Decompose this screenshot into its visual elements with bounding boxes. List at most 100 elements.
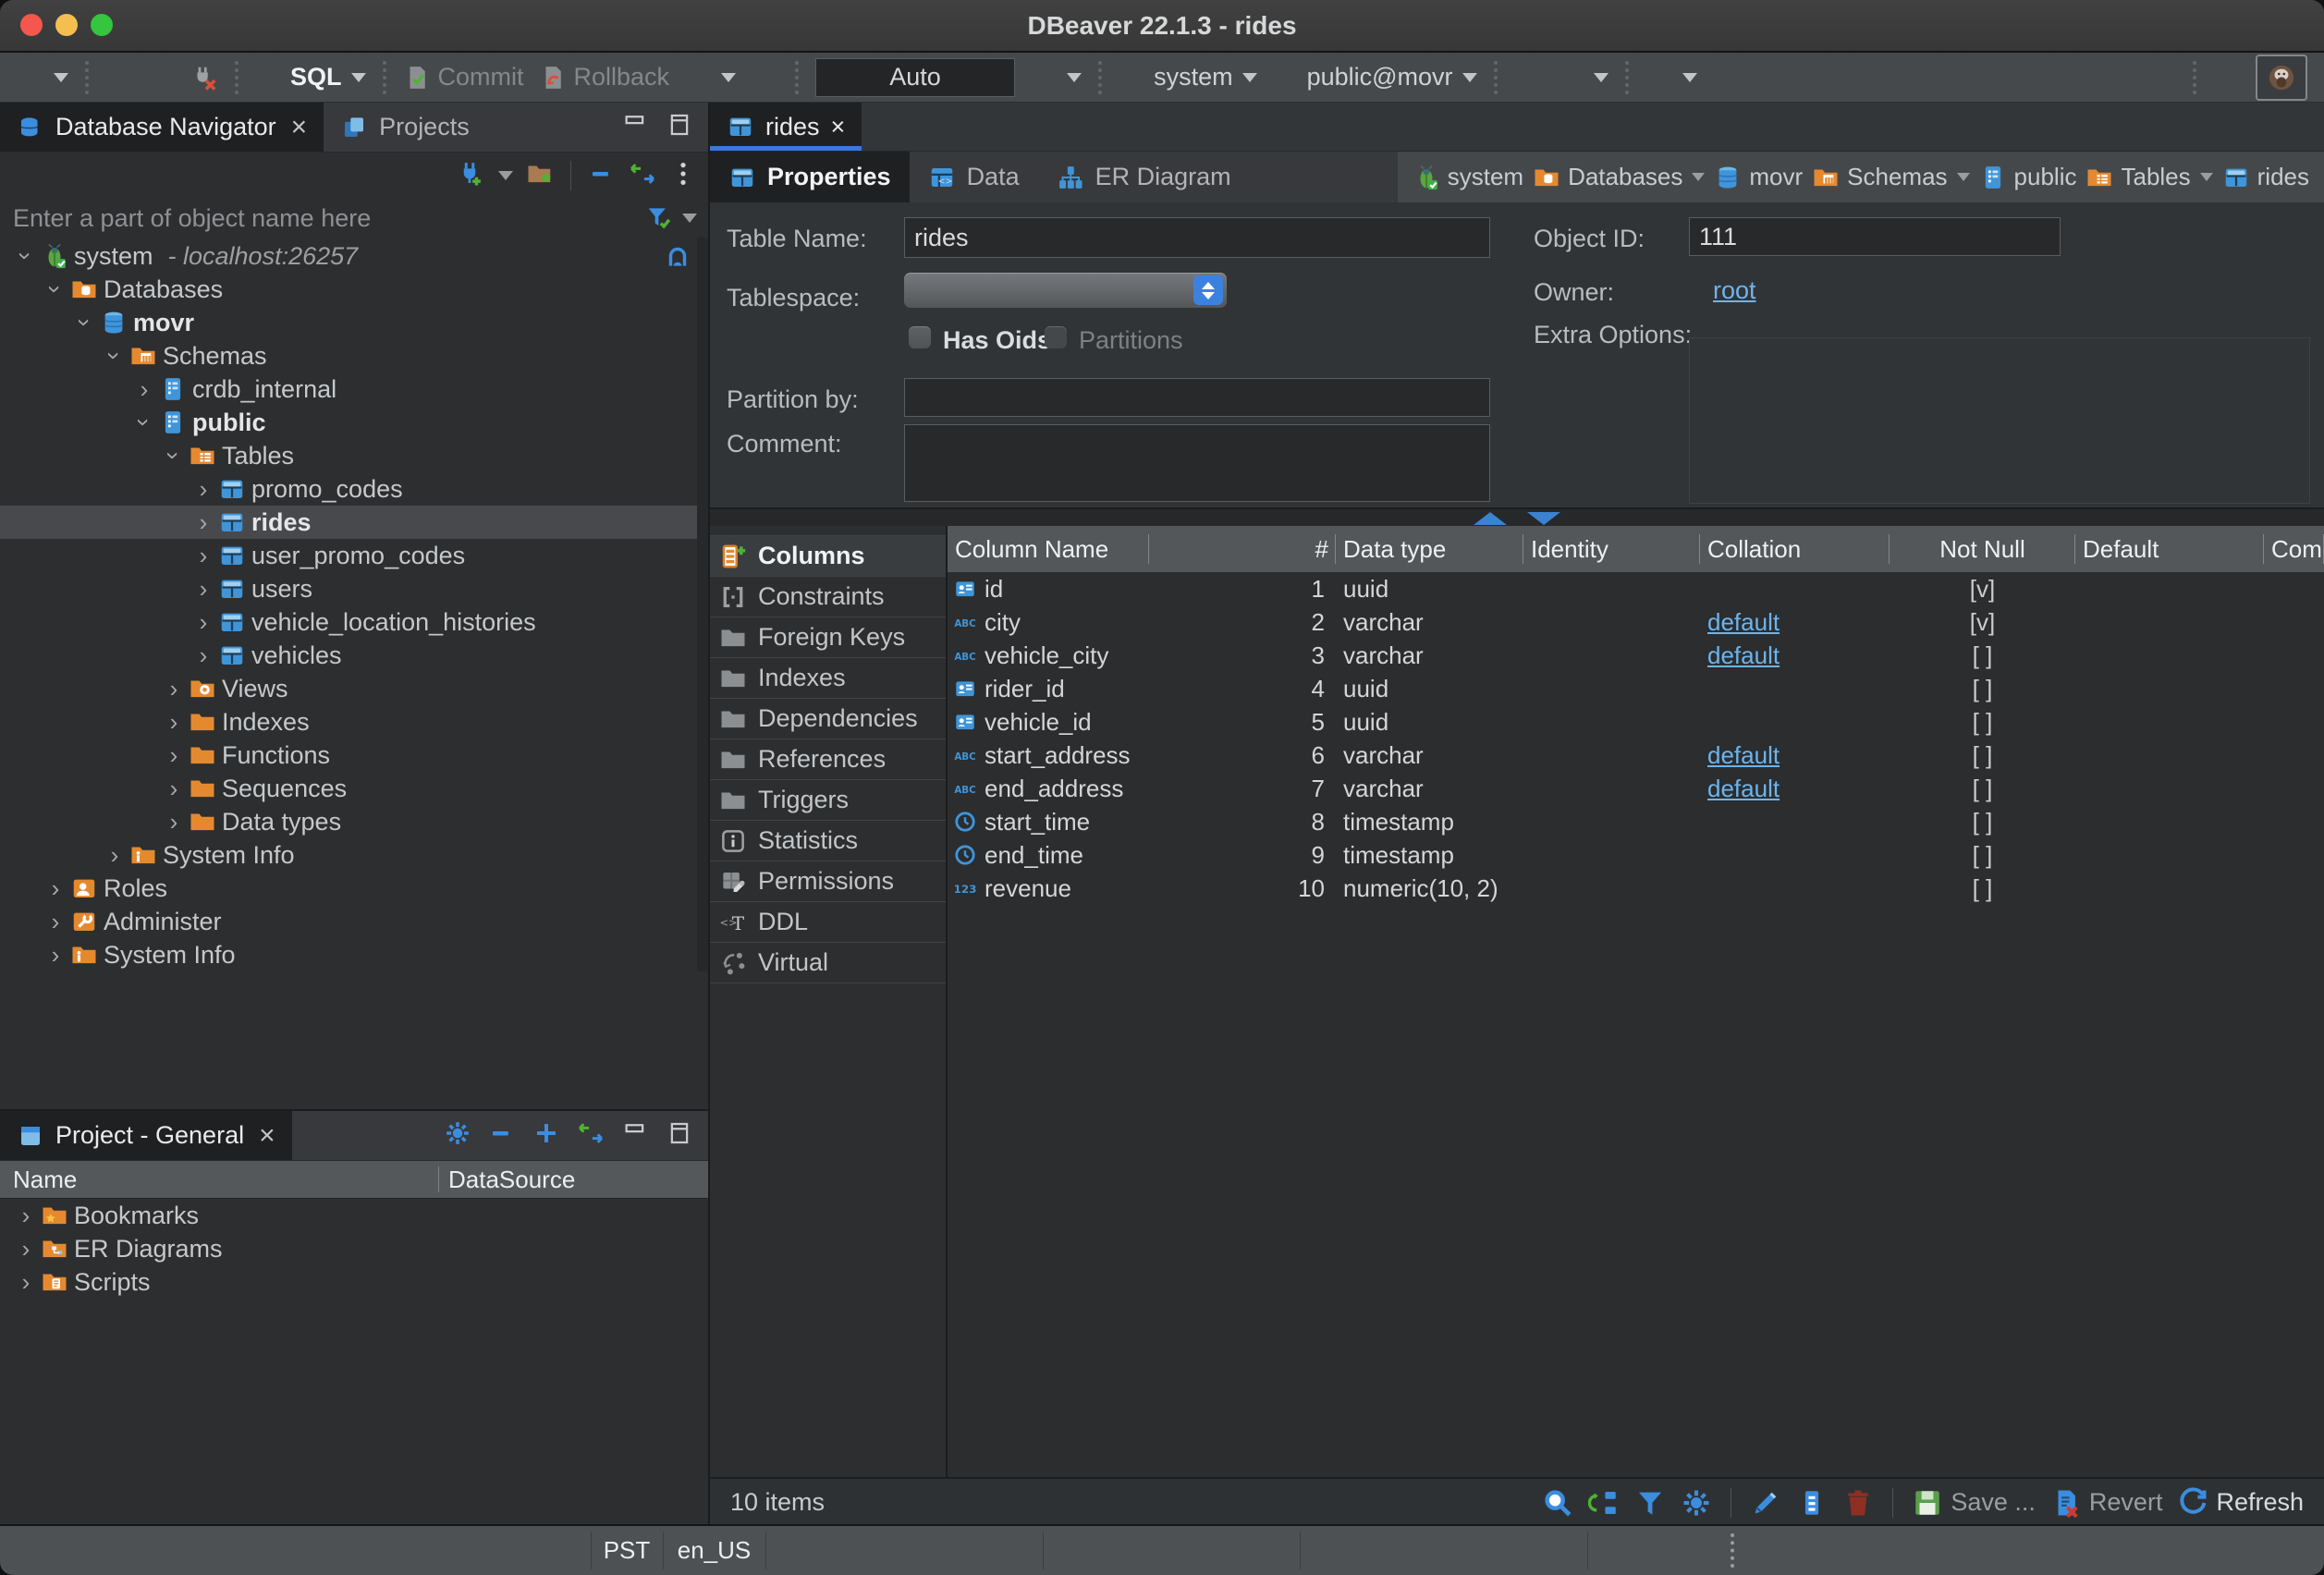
dropdown-arrow-icon[interactable] [1957,173,1970,181]
cell-data-type[interactable]: timestamp [1336,808,1523,836]
grid-row-city[interactable]: ABCcity2varchardefault[v] [948,605,2324,639]
timezone-indicator[interactable]: PST [591,1526,663,1575]
cell-ordinal[interactable]: 2 [1149,608,1336,637]
cell-not-null[interactable]: [ ] [1890,808,2075,836]
breadcrumb-item-schemas[interactable]: Schemas [1812,163,1969,191]
grid-column-header-data-type[interactable]: Data type [1336,526,1523,572]
column-header-name[interactable]: Name [0,1166,439,1192]
navigator-tab-projects[interactable]: Projects [324,103,486,152]
chevron-right-icon[interactable]: › [100,843,129,867]
cell-data-type[interactable]: varchar [1336,641,1523,670]
chevron-down-icon[interactable]: › [43,275,67,304]
project-tab-project-general[interactable]: Project - General× [0,1111,292,1160]
transaction-log-button[interactable] [679,57,741,98]
cell-data-type[interactable]: varchar [1336,608,1523,637]
cell-column-name[interactable]: rider_id [948,675,1149,703]
delete-column-button[interactable] [1842,1487,1874,1519]
grid-row-vehicle_id[interactable]: vehicle_id5uuid[ ] [948,705,2324,739]
dropdown-arrow-icon[interactable] [1682,73,1697,82]
cell-data-type[interactable]: uuid [1336,575,1523,604]
grid-row-start_address[interactable]: ABCstart_address6varchardefault[ ] [948,739,2324,772]
cell-not-null[interactable]: [v] [1890,608,2075,637]
tree-item-schemas[interactable]: ›Schemas [0,339,708,372]
close-tab-icon[interactable]: × [259,1122,275,1150]
grid-column-header-identity[interactable]: Identity [1523,526,1700,572]
chevron-right-icon[interactable]: › [11,1237,41,1261]
cell-column-name[interactable]: start_time [948,808,1149,836]
cell-not-null[interactable]: [ ] [1890,708,2075,737]
expand-up-icon[interactable] [1474,512,1507,525]
tree-item-promo-codes[interactable]: ›promo_codes [0,472,708,506]
cell-not-null[interactable]: [ ] [1890,775,2075,803]
dropdown-arrow-icon[interactable] [721,73,736,82]
maximize-panel-button[interactable] [666,1119,693,1152]
sync-with-navigator-button[interactable] [1588,1487,1620,1519]
grid-row-start_time[interactable]: start_time8timestamp[ ] [948,805,2324,838]
invalidate-reconnect-button[interactable] [142,57,181,98]
close-tab-icon[interactable]: × [831,113,846,141]
cell-ordinal[interactable]: 5 [1149,708,1336,737]
grid-column-header-not-null[interactable]: Not Null [1890,526,2075,572]
breadcrumb-item-tables[interactable]: Tables [2085,163,2212,191]
tree-item-system[interactable]: ›system- localhost:26257 [0,239,708,273]
breadcrumb-item-system[interactable]: system [1413,163,1523,191]
navigator-tab-database-navigator[interactable]: Database Navigator× [0,103,324,152]
chevron-right-icon[interactable]: › [11,1270,41,1294]
chevron-right-icon[interactable]: › [159,743,189,767]
dropdown-arrow-icon[interactable] [1067,73,1082,82]
cell-ordinal[interactable]: 9 [1149,841,1336,870]
cell-not-null[interactable]: [v] [1890,575,2075,604]
grid-column-header-comm[interactable]: Comm [2264,526,2324,572]
chevron-down-icon[interactable]: › [132,408,156,437]
chevron-right-icon[interactable]: › [159,810,189,834]
has-oids-checkbox[interactable] [909,326,931,348]
chevron-right-icon[interactable]: › [159,710,189,734]
tree-item-users[interactable]: ›users [0,572,708,605]
quick-search-button[interactable] [2143,57,2182,98]
grid-row-end_time[interactable]: end_time9timestamp[ ] [948,838,2324,872]
object-id-input[interactable] [1689,217,2061,256]
transaction-history-button[interactable] [1024,57,1087,98]
chevron-right-icon[interactable]: › [189,543,218,568]
new-connection-button[interactable] [456,160,483,192]
cell-ordinal[interactable]: 10 [1149,874,1336,903]
maximize-panel-button[interactable] [666,111,693,143]
project-item-er-diagrams[interactable]: ›ER Diagrams [0,1232,708,1265]
cell-collation[interactable]: default [1700,608,1890,637]
tree-item-crdb-internal[interactable]: ›crdb_internal [0,372,708,406]
cell-ordinal[interactable]: 4 [1149,675,1336,703]
tree-item-roles[interactable]: ›Roles [0,872,708,905]
cell-data-type[interactable]: numeric(10, 2) [1336,874,1523,903]
dropdown-arrow-icon[interactable] [1692,173,1705,181]
cell-column-name[interactable]: ABCvehicle_city [948,641,1149,670]
section-tab-constraints[interactable]: Constraints [710,577,946,617]
project-item-scripts[interactable]: ›Scripts [0,1265,708,1299]
collapse-down-icon[interactable] [1527,512,1560,525]
tree-item-tables[interactable]: ›Tables [0,439,708,472]
cell-ordinal[interactable]: 6 [1149,741,1336,770]
refresh-button[interactable]: Refresh [2177,1487,2304,1519]
chevron-right-icon[interactable]: › [159,776,189,800]
breadcrumb-item-public[interactable]: public [1979,163,2077,191]
tree-item-rides[interactable]: ›rides [0,506,708,539]
tree-item-movr[interactable]: ›movr [0,306,708,339]
tree-item-user-promo-codes[interactable]: ›user_promo_codes [0,539,708,572]
chevron-right-icon[interactable]: › [41,910,70,934]
cell-column-name[interactable]: ABCstart_address [948,741,1149,770]
compare-data-button[interactable] [1551,57,1614,98]
grid-row-end_address[interactable]: ABCend_address7varchardefault[ ] [948,772,2324,805]
column-header-datasource[interactable]: DataSource [439,1166,575,1194]
chevron-down-icon[interactable]: › [73,308,97,337]
tree-item-databases[interactable]: ›Databases [0,273,708,306]
chevron-down-icon[interactable]: › [14,241,38,271]
active-database-button[interactable]: public@movr [1266,57,1483,98]
view-columns-button[interactable] [1796,1487,1828,1519]
filter-funnel-icon[interactable] [645,204,673,232]
cell-data-type[interactable]: timestamp [1336,841,1523,870]
chevron-right-icon[interactable]: › [159,677,189,701]
active-connection-button[interactable]: system [1113,57,1263,98]
breadcrumb-item-databases[interactable]: Databases [1533,163,1705,191]
dashboard-button[interactable] [1509,57,1547,98]
chevron-right-icon[interactable]: › [189,477,218,501]
breadcrumb-item-rides[interactable]: rides [2222,163,2309,191]
